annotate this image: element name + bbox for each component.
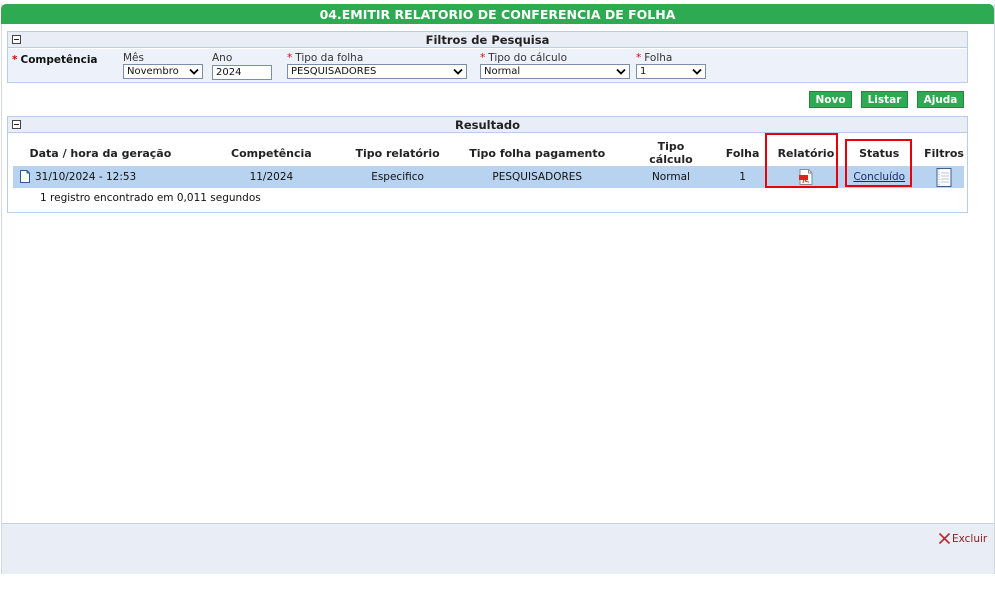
col-tipo-calculo[interactable]: Tipo cálculo [634, 140, 708, 166]
collapse-icon[interactable] [12, 120, 21, 129]
filters-title: Filtros de Pesquisa [425, 33, 550, 47]
filters-body: * Competência Mês Novembro Ano 2024 * Tipo… [8, 49, 967, 82]
collapse-icon[interactable] [12, 35, 21, 44]
cell-tipo-calculo: Normal [634, 166, 708, 188]
chevron-down-icon [692, 68, 702, 75]
tipo-calculo-label: * Tipo do cálculo [480, 52, 568, 64]
folha-select[interactable]: 1 [636, 64, 706, 79]
tipo-calculo-select[interactable]: Normal [480, 64, 630, 79]
chevron-down-icon [189, 68, 199, 75]
tipo-calculo-value: Normal [484, 66, 521, 77]
col-data-hora[interactable]: Data / hora da geração [13, 140, 188, 166]
filters-panel: Filtros de Pesquisa * Competência Mês Nov… [7, 31, 968, 83]
col-tipo-folha[interactable]: Tipo folha pagamento [440, 140, 635, 166]
tipo-folha-label: * Tipo da folha [287, 52, 364, 64]
folha-label: * Folha [636, 52, 673, 64]
document-icon [20, 170, 30, 183]
competencia-label: * Competência [12, 54, 98, 66]
x-icon [938, 532, 951, 545]
excluir-label: Excluir [952, 533, 988, 545]
ano-label: Ano [212, 52, 233, 64]
required-mark: * [12, 54, 18, 66]
ano-input[interactable]: 2024 [212, 65, 272, 80]
col-competencia[interactable]: Competência [187, 140, 355, 166]
mes-select[interactable]: Novembro [123, 64, 203, 79]
folha-value: 1 [640, 66, 647, 77]
tipo-folha-select[interactable]: PESQUISADORES [287, 64, 467, 79]
results-summary: 1 registro encontrado em 0,011 segundos [40, 192, 261, 204]
excluir-button[interactable]: Excluir [938, 532, 987, 545]
results-title: Resultado [454, 118, 521, 132]
cell-tipo-folha: PESQUISADORES [440, 166, 635, 188]
listar-button[interactable]: Listar [861, 91, 908, 108]
chevron-down-icon [616, 68, 626, 75]
results-header: Resultado [8, 117, 967, 133]
cell-competencia: 11/2024 [187, 166, 355, 188]
col-tipo-relatorio[interactable]: Tipo relatório [354, 140, 441, 166]
mes-label: Mês [123, 52, 144, 64]
page-title: 04.EMITIR RELATORIO DE CONFERENCIA DE FO… [1, 4, 994, 24]
tipo-folha-value: PESQUISADORES [291, 66, 377, 77]
cell-data-hora: 31/10/2024 - 12:53 [13, 166, 188, 188]
cell-tipo-relatorio: Especifico [354, 166, 441, 188]
novo-button[interactable]: Novo [809, 91, 852, 108]
document-list-icon[interactable] [936, 167, 952, 187]
footer-bar [2, 523, 994, 574]
chevron-down-icon [453, 68, 463, 75]
col-filtros[interactable]: Filtros [924, 140, 964, 166]
cell-filtros [924, 166, 964, 188]
mes-value: Novembro [127, 66, 179, 77]
page-frame [1, 4, 995, 574]
status-highlight [845, 139, 912, 187]
relatorio-highlight [765, 133, 838, 188]
filters-header: Filtros de Pesquisa [8, 32, 967, 48]
ajuda-button[interactable]: Ajuda [917, 91, 964, 108]
